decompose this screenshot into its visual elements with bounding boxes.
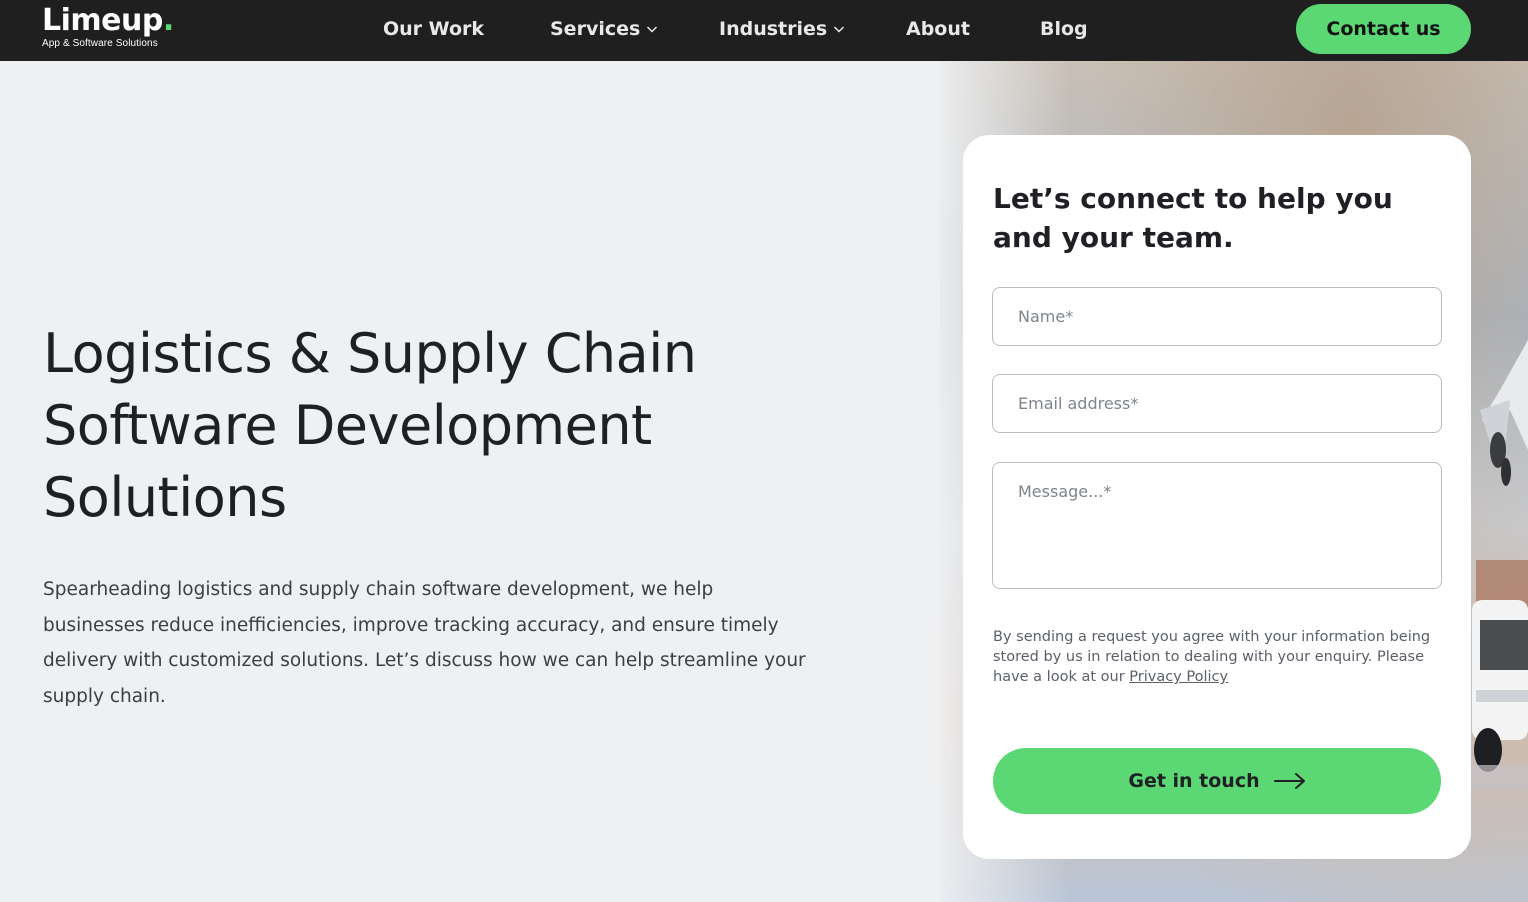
page-title-line: Software Development <box>43 394 652 457</box>
message-field[interactable] <box>992 462 1442 589</box>
logo[interactable]: Limeup. App & Software Solutions <box>42 2 174 49</box>
top-navigation-bar: Limeup. App & Software Solutions Our Wor… <box>0 0 1528 61</box>
consent-text: By sending a request you agree with your… <box>993 629 1431 685</box>
page-title-line: Logistics & Supply Chain <box>43 322 697 385</box>
get-in-touch-button[interactable]: Get in touch <box>993 748 1441 814</box>
nav-item-blog[interactable]: Blog <box>1040 0 1088 58</box>
truck-image <box>1466 560 1528 790</box>
airplane-image <box>1480 340 1528 486</box>
chevron-down-icon <box>647 26 658 33</box>
chevron-down-icon <box>834 26 845 33</box>
nav-item-services[interactable]: Services <box>550 0 658 58</box>
nav-item-industries[interactable]: Industries <box>719 0 845 58</box>
logo-wordmark: Limeup. <box>42 3 174 38</box>
hero-description: Spearheading logistics and supply chain … <box>43 579 806 707</box>
page-title-line: Solutions <box>43 466 287 529</box>
email-field[interactable] <box>992 374 1442 433</box>
nav-item-about[interactable]: About <box>906 0 970 58</box>
nav-item-our-work[interactable]: Our Work <box>383 0 484 58</box>
contact-us-button[interactable]: Contact us <box>1296 4 1471 54</box>
logo-tagline: App & Software Solutions <box>42 38 158 49</box>
contact-form-card: Let’s connect to help you and your team.… <box>963 135 1471 859</box>
form-title: Let’s connect to help you and your team. <box>993 182 1393 254</box>
get-in-touch-label: Get in touch <box>1128 770 1260 792</box>
privacy-policy-link[interactable]: Privacy Policy <box>1129 669 1228 685</box>
arrow-right-icon <box>1273 773 1305 789</box>
page-title: Logistics & Supply Chain Software Develo… <box>43 318 803 534</box>
name-field[interactable] <box>992 287 1442 346</box>
